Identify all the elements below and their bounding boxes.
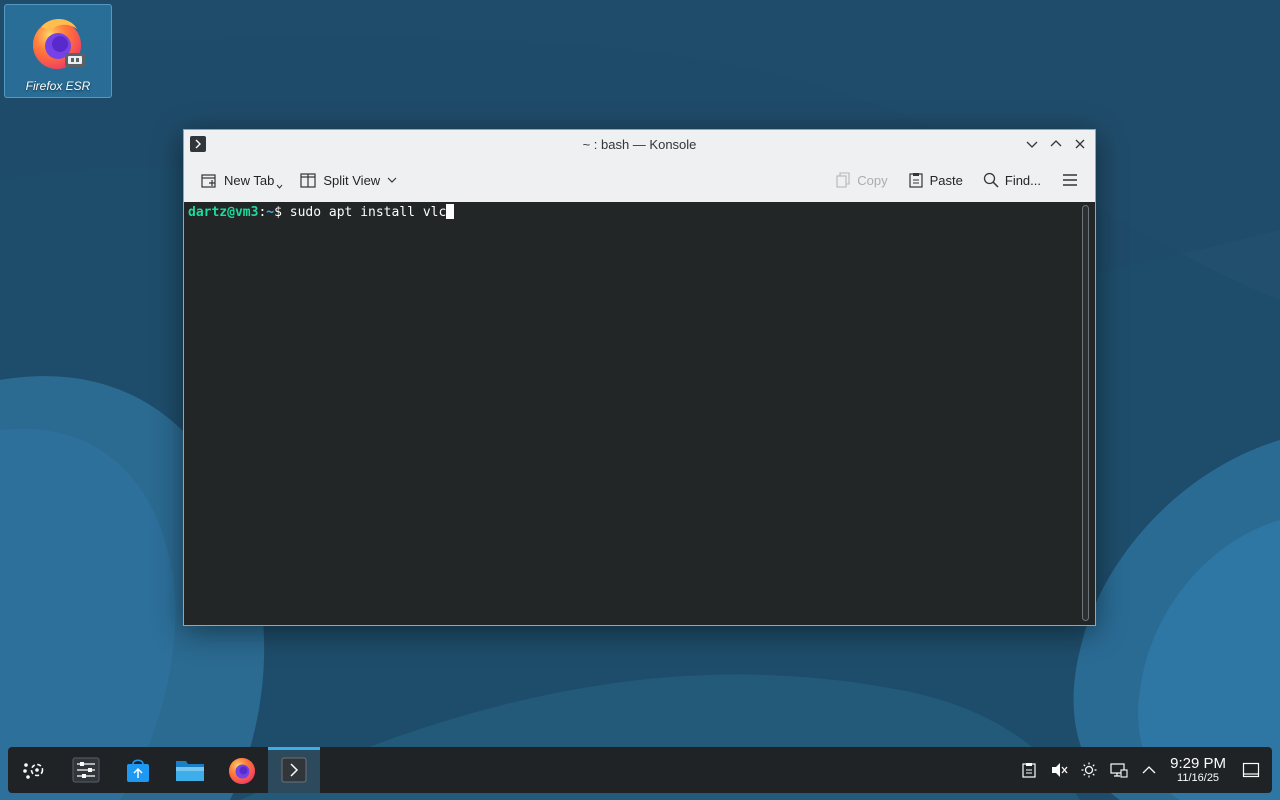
find-button[interactable]: Find... <box>977 165 1047 195</box>
tray-brightness[interactable] <box>1074 747 1104 793</box>
network-wired-icon <box>1110 763 1128 778</box>
show-desktop-button[interactable] <box>1236 747 1266 793</box>
find-label: Find... <box>1004 172 1041 188</box>
chevron-down-icon <box>276 184 283 189</box>
firefox-icon <box>229 758 255 784</box>
new-tab-icon <box>201 174 216 188</box>
terminal-scrollbar[interactable] <box>1082 205 1089 621</box>
prompt-user: dartz@vm3 <box>188 205 259 220</box>
store-bag-icon <box>127 759 149 782</box>
split-view-label: Split View <box>323 172 381 188</box>
prompt-path: ~ <box>266 205 275 220</box>
split-view-icon <box>300 173 316 188</box>
taskbar-discover[interactable] <box>112 747 164 793</box>
paste-button[interactable]: Paste <box>902 165 969 195</box>
tray-network[interactable] <box>1104 747 1134 793</box>
close-button[interactable] <box>1071 135 1089 153</box>
desktop-icon-label: Firefox ESR <box>25 79 91 93</box>
chevron-up-icon <box>1142 766 1156 774</box>
tray-clipboard[interactable] <box>1014 747 1044 793</box>
terminal-command-line: dartz@vm3:~$ sudo apt install vlc <box>188 204 455 221</box>
window-title: ~ : bash — Konsole <box>582 136 697 152</box>
taskbar-firefox[interactable] <box>216 747 268 793</box>
konsole-app-icon[interactable] <box>190 136 206 152</box>
clock-date: 11/16/25 <box>1177 772 1220 784</box>
minimize-button[interactable] <box>1023 135 1041 153</box>
search-icon <box>983 172 999 188</box>
volume-muted-icon <box>1052 763 1068 777</box>
chevron-down-icon[interactable] <box>386 174 398 186</box>
split-view-button[interactable]: Split View <box>293 165 404 195</box>
text-cursor <box>446 204 455 219</box>
copy-icon <box>836 172 850 188</box>
window-titlebar[interactable]: ~ : bash — Konsole <box>184 130 1095 158</box>
application-launcher-button[interactable] <box>8 747 60 793</box>
kde-launcher-icon <box>23 763 44 779</box>
new-tab-label: New Tab <box>224 172 275 188</box>
clipboard-icon <box>1022 763 1036 778</box>
terminal-area[interactable]: dartz@vm3:~$ sudo apt install vlc <box>184 202 1095 625</box>
paste-label: Paste <box>929 172 963 188</box>
taskbar: 9:29 PM 11/16/25 <box>8 747 1272 793</box>
paste-icon <box>909 173 923 188</box>
show-desktop-icon <box>1242 762 1260 778</box>
maximize-button[interactable] <box>1047 135 1065 153</box>
firefox-icon <box>27 11 89 73</box>
hamburger-menu-button[interactable] <box>1055 165 1085 195</box>
brightness-icon <box>1081 762 1097 778</box>
taskbar-konsole[interactable] <box>268 747 320 793</box>
copy-label: Copy <box>857 172 888 188</box>
settings-sliders-icon <box>72 757 100 783</box>
taskbar-dolphin[interactable] <box>164 747 216 793</box>
close-icon <box>1075 139 1085 149</box>
folder-icon <box>176 761 204 781</box>
copy-button[interactable]: Copy <box>829 165 893 195</box>
system-tray: 9:29 PM 11/16/25 <box>1014 747 1272 793</box>
terminal-icon <box>281 757 307 783</box>
tray-volume[interactable] <box>1044 747 1074 793</box>
clock-time: 9:29 PM <box>1170 755 1226 772</box>
konsole-toolbar: New Tab Split View Copy Paste Find... <box>184 158 1095 202</box>
tray-expand-button[interactable] <box>1134 747 1164 793</box>
prompt-symbol: $ <box>274 205 290 220</box>
konsole-window: ~ : bash — Konsole New Tab Split View Co… <box>183 129 1096 626</box>
desktop-icon-firefox[interactable]: Firefox ESR <box>4 4 112 98</box>
chevron-down-icon <box>1026 141 1038 148</box>
hamburger-menu-icon <box>1063 174 1077 186</box>
new-tab-button[interactable]: New Tab <box>194 165 293 195</box>
digital-clock[interactable]: 9:29 PM 11/16/25 <box>1170 755 1226 785</box>
taskbar-system-settings[interactable] <box>60 747 112 793</box>
chevron-up-icon <box>1050 140 1062 147</box>
terminal-command: sudo apt install vlc <box>289 205 447 220</box>
